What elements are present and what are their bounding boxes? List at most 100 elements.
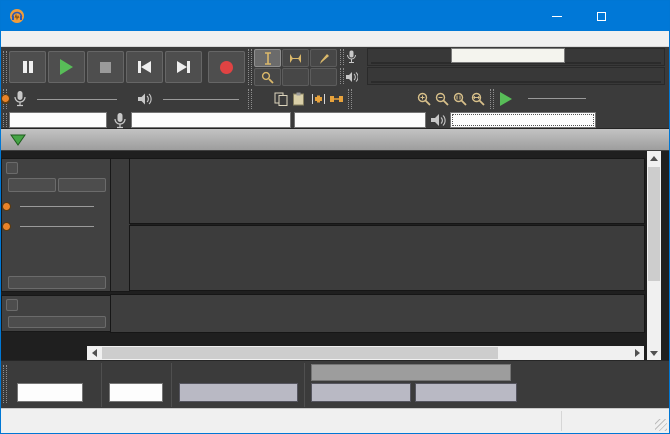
mixer-speaker-icon	[137, 92, 152, 111]
time-shift-tool-button[interactable]	[282, 68, 309, 86]
close-button[interactable]	[624, 1, 669, 31]
zoom-selection-button[interactable]	[451, 90, 468, 107]
tools-toolbar-grip[interactable]	[248, 49, 252, 85]
skip-to-end-button[interactable]	[165, 51, 202, 83]
scroll-up-arrow[interactable]	[647, 151, 661, 165]
play-speed-thumb[interactable]	[1, 94, 10, 103]
selection-mode-combo[interactable]	[311, 364, 511, 381]
device-toolbar-grip[interactable]	[3, 113, 7, 127]
solo-button[interactable]	[58, 178, 106, 192]
record-button[interactable]	[208, 51, 245, 83]
minimize-button[interactable]	[534, 1, 579, 31]
copy-button[interactable]	[272, 90, 289, 107]
pause-button[interactable]	[9, 51, 46, 83]
recording-meter-grip[interactable]	[340, 49, 344, 65]
playback-volume-slider[interactable]	[163, 99, 239, 100]
zoom-fit-icon	[471, 92, 485, 106]
zoom-in-button[interactable]	[415, 90, 432, 107]
selection-toolbar-grip[interactable]	[3, 365, 7, 403]
status-divider	[561, 411, 562, 431]
snap-to-combo[interactable]	[109, 383, 163, 402]
timeline-pin-icon	[9, 133, 27, 147]
envelope-tool-button[interactable]	[282, 49, 309, 67]
playback-meter-grip[interactable]	[340, 68, 344, 84]
vertical-scroll-thumb[interactable]	[648, 167, 660, 281]
track-close-button[interactable]	[6, 162, 18, 174]
timeline-ruler[interactable]	[1, 129, 669, 151]
maximize-icon	[597, 12, 606, 21]
selection-start-field[interactable]	[311, 383, 411, 402]
redo-button[interactable]	[372, 90, 389, 107]
edit-toolbar-grip[interactable]	[248, 89, 252, 109]
vertical-scrollbar[interactable]	[647, 151, 661, 360]
waveform-canvas-left[interactable]	[130, 159, 644, 223]
horizontal-scroll-thumb[interactable]	[102, 347, 498, 359]
skip-to-start-button[interactable]	[126, 51, 163, 83]
timeline-options-button[interactable]	[9, 133, 27, 151]
waveform-canvas-right[interactable]	[130, 226, 644, 290]
playback-device-combo[interactable]	[450, 112, 596, 128]
gain-slider[interactable]	[20, 206, 94, 207]
zoom-in-icon	[417, 92, 431, 106]
selection-toolbar	[1, 360, 669, 408]
resize-grip[interactable]	[655, 419, 667, 431]
scroll-right-arrow[interactable]	[630, 346, 644, 360]
trim-icon	[311, 92, 326, 106]
waveform-channel-left[interactable]	[130, 159, 644, 223]
mute-button[interactable]	[8, 178, 56, 192]
zoom-selection-icon	[453, 92, 467, 106]
scroll-down-arrow[interactable]	[647, 346, 661, 360]
cut-button[interactable]	[254, 90, 271, 107]
title-bar[interactable]	[1, 1, 669, 31]
paste-button[interactable]	[290, 90, 307, 107]
selection-end-field[interactable]	[415, 383, 517, 402]
gain-thumb[interactable]	[2, 202, 11, 211]
label-track-canvas[interactable]	[111, 295, 644, 332]
ibeam-icon	[262, 52, 274, 65]
track-collapse-button[interactable]	[8, 276, 106, 289]
toolbar-dock	[1, 47, 669, 129]
recording-device-combo[interactable]	[131, 112, 291, 128]
recording-channels-combo[interactable]	[294, 112, 426, 128]
maximize-button[interactable]	[579, 1, 624, 31]
divider	[171, 363, 172, 407]
zoom-out-button[interactable]	[433, 90, 450, 107]
monitoring-tooltip	[451, 48, 565, 63]
scroll-left-arrow[interactable]	[87, 346, 101, 360]
horizontal-scrollbar[interactable]	[87, 346, 644, 360]
label-track-collapse-button[interactable]	[8, 316, 106, 328]
skip-start-triangle	[141, 61, 151, 73]
app-icon	[9, 8, 25, 29]
playback-meter[interactable]	[367, 67, 665, 85]
waveform-channel-right[interactable]	[130, 226, 644, 290]
envelope-icon	[289, 52, 302, 65]
silence-audio-button[interactable]	[328, 90, 345, 107]
pan-slider[interactable]	[20, 226, 94, 227]
selection-tool-button[interactable]	[254, 49, 281, 67]
zoom-tool-button[interactable]	[254, 68, 281, 86]
audio-host-combo[interactable]	[9, 112, 107, 128]
zoom-fit-button[interactable]	[469, 90, 486, 107]
down-arrow-icon	[650, 351, 658, 356]
play-speed-slider[interactable]	[528, 98, 586, 99]
track-area	[1, 151, 669, 360]
transport-toolbar-grip[interactable]	[3, 51, 7, 83]
play-button[interactable]	[48, 51, 85, 83]
audio-position-field[interactable]	[179, 383, 298, 402]
stop-button[interactable]	[87, 51, 124, 83]
trim-audio-button[interactable]	[310, 90, 327, 107]
record-meter-mic-icon	[346, 50, 357, 69]
draw-tool-button[interactable]	[310, 49, 337, 67]
label-track-close-button[interactable]	[6, 299, 18, 311]
play-at-speed-button[interactable]	[496, 89, 516, 108]
pan-thumb[interactable]	[2, 222, 11, 231]
undo-grip[interactable]	[348, 89, 352, 109]
menubar	[1, 31, 669, 47]
play-icon	[60, 59, 73, 75]
project-rate-combo[interactable]	[17, 383, 83, 402]
pause-icon	[23, 61, 33, 73]
play-speed-grip[interactable]	[490, 89, 494, 109]
undo-button[interactable]	[354, 90, 371, 107]
record-volume-slider[interactable]	[37, 99, 117, 100]
multi-tool-button[interactable]	[310, 68, 337, 86]
